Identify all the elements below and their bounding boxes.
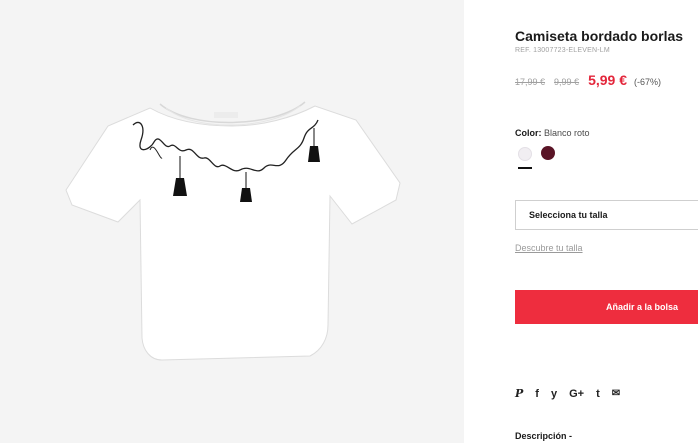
tshirt-illustration — [65, 101, 401, 361]
product-info-panel: Camiseta bordado borlas REF. 13007723-EL… — [515, 0, 698, 443]
discount-badge: (-67%) — [634, 77, 662, 87]
tumblr-icon[interactable]: t — [596, 388, 600, 400]
pinterest-icon[interactable]: P — [515, 388, 523, 400]
share-icons: P f y G+ t ✉ — [515, 388, 632, 401]
add-to-bag-button[interactable]: Añadir a la bolsa — [515, 290, 698, 324]
product-image[interactable] — [0, 0, 464, 443]
current-price: 5,99 € — [588, 72, 627, 88]
size-select[interactable]: Selecciona tu talla — [515, 200, 698, 230]
google-plus-icon[interactable]: G+ — [569, 388, 584, 400]
size-guide-link[interactable]: Descubre tu talla — [515, 243, 583, 253]
add-to-bag-label: Añadir a la bolsa — [606, 302, 679, 312]
twitter-icon[interactable]: y — [551, 388, 557, 400]
color-label-key: Color: — [515, 128, 542, 138]
product-page: Camiseta bordado borlas REF. 13007723-EL… — [0, 0, 698, 443]
color-label: Color: Blanco roto — [515, 128, 590, 138]
facebook-icon[interactable]: f — [535, 388, 539, 400]
color-label-value: Blanco roto — [544, 128, 590, 138]
product-reference: REF. 13007723-ELEVEN-LM — [515, 47, 610, 54]
previous-price: 9,99 € — [554, 77, 580, 87]
color-swatch-white[interactable] — [518, 147, 532, 161]
product-title: Camiseta bordado borlas — [515, 28, 684, 44]
email-icon[interactable]: ✉ — [612, 388, 620, 400]
original-price: 17,99 € — [515, 77, 546, 87]
color-swatch-wine[interactable] — [541, 146, 555, 160]
selected-swatch-indicator — [518, 167, 532, 169]
price-row: 17,99 € 9,99 € 5,99 € (-67%) — [515, 72, 661, 88]
description-heading[interactable]: Descripción - — [515, 431, 572, 441]
